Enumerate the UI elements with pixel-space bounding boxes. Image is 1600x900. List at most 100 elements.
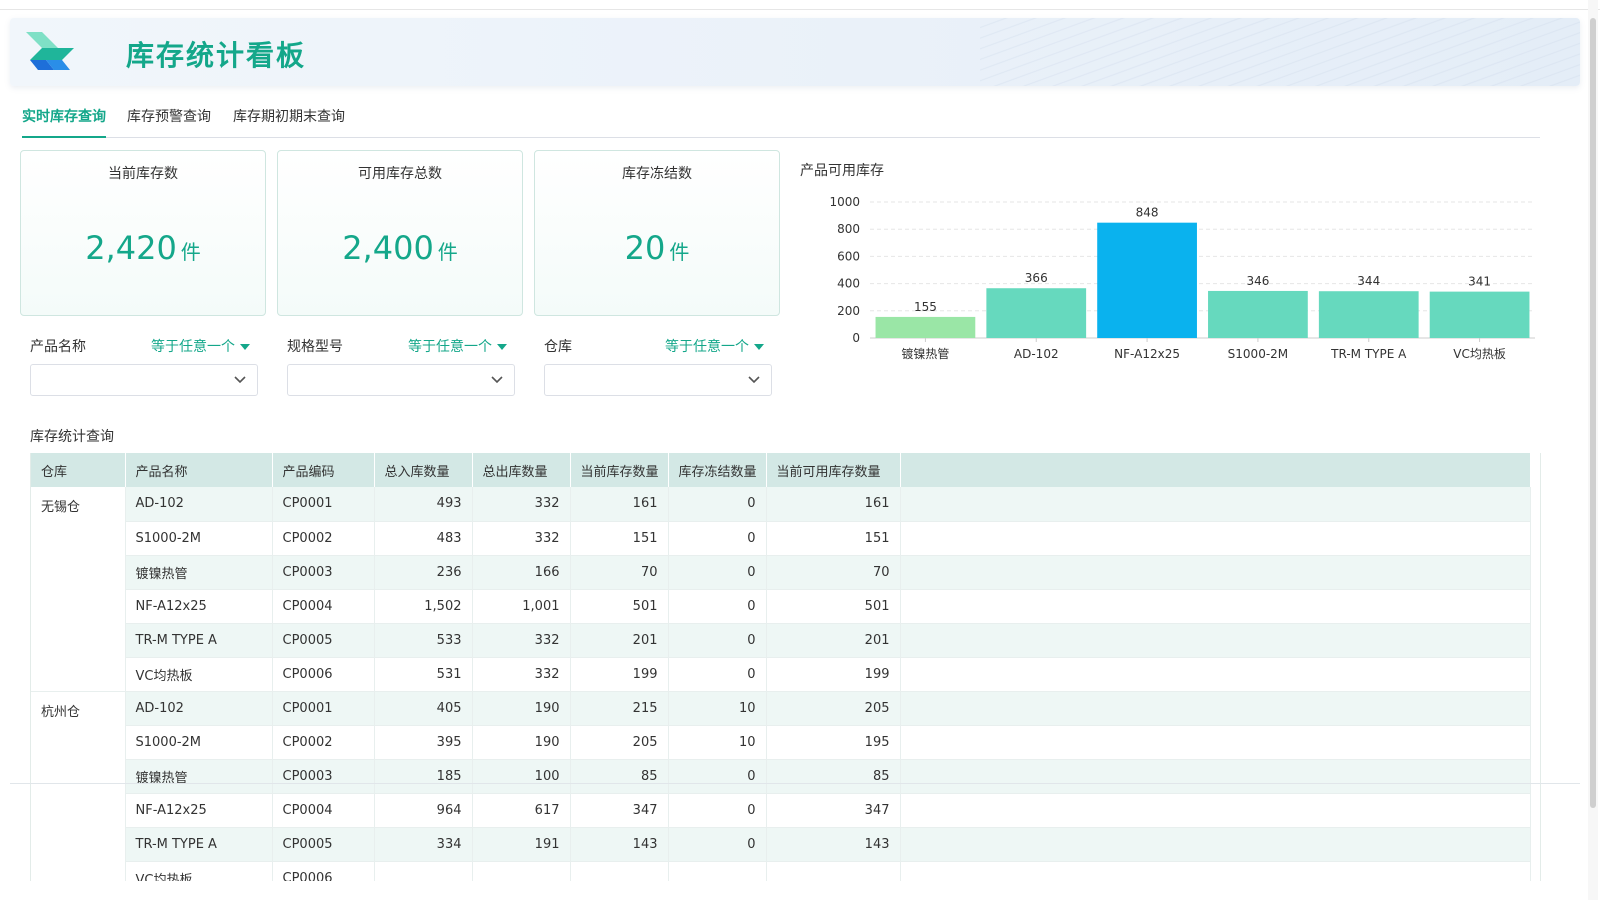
filter-operator-product-name[interactable]: 等于任意一个 — [151, 336, 250, 356]
cell-available-stock: 161 — [766, 487, 901, 522]
cell-product-code: CP0004 — [272, 793, 375, 828]
table-row[interactable]: S1000-2M CP0002 483 332 151 0 151 — [31, 521, 1531, 556]
table-row[interactable]: S1000-2M CP0002 395 190 205 10 195 — [31, 725, 1531, 760]
chevron-down-icon — [748, 376, 760, 384]
cell-product-name: AD-102 — [125, 487, 273, 522]
cell-product-code: CP0005 — [272, 623, 375, 658]
table-row[interactable]: 镀镍热管 CP0003 236 166 70 0 70 — [31, 555, 1531, 590]
bar-5 — [1429, 291, 1530, 338]
table-row[interactable]: VC均热板 CP0006 531 332 199 0 199 — [31, 657, 1531, 692]
cell-current-stock — [570, 861, 669, 881]
cell-product-code: CP0006 — [272, 657, 375, 692]
filter-operator-spec-model[interactable]: 等于任意一个 — [408, 336, 507, 356]
cell-total-out: 332 — [472, 657, 571, 692]
cell-spacer — [900, 827, 1531, 862]
table-row[interactable]: NF-A12x25 CP0004 1,502 1,001 501 0 501 — [31, 589, 1531, 624]
table-row[interactable]: NF-A12x25 CP0004 964 617 347 0 347 — [31, 793, 1531, 828]
table-row[interactable]: 镀镍热管 CP0003 185 100 85 0 85 — [31, 759, 1531, 794]
cell-frozen-stock: 0 — [668, 793, 767, 828]
tab-realtime-inventory[interactable]: 实时库存查询 — [22, 106, 106, 138]
cell-available-stock: 501 — [766, 589, 901, 624]
cell-frozen-stock: 0 — [668, 589, 767, 624]
chevron-down-icon — [234, 376, 246, 384]
filter-operator-warehouse[interactable]: 等于任意一个 — [665, 336, 764, 356]
cell-product-code: CP0003 — [272, 759, 375, 794]
cell-product-code: CP0001 — [272, 691, 375, 726]
cell-current-stock: 70 — [570, 555, 669, 590]
column-header-available-stock[interactable]: 当前可用库存数量 — [766, 453, 901, 487]
cell-product-code: CP0003 — [272, 555, 375, 590]
table-row[interactable]: 杭州仓 AD-102 CP0001 405 190 215 10 205 — [31, 691, 1531, 881]
warehouse-select[interactable] — [544, 364, 772, 396]
cell-current-stock: 501 — [570, 589, 669, 624]
cell-spacer — [900, 861, 1531, 881]
cell-current-stock: 151 — [570, 521, 669, 556]
cell-product-code: CP0001 — [272, 487, 375, 522]
bar-value-label: 341 — [1468, 275, 1491, 289]
cell-product-name: 镀镍热管 — [125, 555, 273, 590]
top-border — [0, 0, 1600, 10]
cell-product-code: CP0005 — [272, 827, 375, 862]
cell-total-in: 531 — [374, 657, 473, 692]
column-header-product-code[interactable]: 产品编码 — [272, 453, 375, 487]
header-decoration — [980, 18, 1580, 86]
x-tick-label: TR-M TYPE A — [1330, 347, 1407, 361]
cell-frozen-stock: 0 — [668, 487, 767, 522]
y-tick-label: 1000 — [829, 195, 860, 209]
cell-current-stock: 199 — [570, 657, 669, 692]
card-current-stock: 当前库存数 2,420 件 — [20, 150, 266, 316]
column-header-current-stock[interactable]: 当前库存数量 — [570, 453, 669, 487]
cell-total-in — [374, 861, 473, 881]
card-title: 可用库存总数 — [358, 166, 442, 182]
cell-current-stock: 215 — [570, 691, 669, 726]
cell-product-name: NF-A12x25 — [125, 793, 273, 828]
column-header-total-in[interactable]: 总入库数量 — [374, 453, 473, 487]
card-unit: 件 — [437, 240, 458, 264]
column-header-product-name[interactable]: 产品名称 — [125, 453, 273, 487]
cell-total-out: 100 — [472, 759, 571, 794]
cell-available-stock: 85 — [766, 759, 901, 794]
column-header-total-out[interactable]: 总出库数量 — [472, 453, 571, 487]
bar-2 — [1097, 222, 1197, 338]
product-name-select[interactable] — [30, 364, 258, 396]
cell-total-out: 332 — [472, 623, 571, 658]
cell-current-stock: 205 — [570, 725, 669, 760]
bar-value-label: 344 — [1357, 274, 1380, 288]
filter-operator-label: 等于任意一个 — [665, 339, 749, 355]
cell-product-code: CP0004 — [272, 589, 375, 624]
cell-product-name: NF-A12x25 — [125, 589, 273, 624]
column-header-warehouse[interactable]: 仓库 — [31, 453, 126, 487]
tab-period-inventory[interactable]: 库存期初期末查询 — [233, 106, 345, 138]
cell-total-in: 1,502 — [374, 589, 473, 624]
bar-1 — [986, 288, 1087, 338]
card-unit: 件 — [180, 240, 201, 264]
inventory-table: 仓库 产品名称 产品编码 总入库数量 总出库数量 当前库存数量 库存冻结数量 当… — [31, 453, 1531, 881]
table-row[interactable]: 无锡仓 AD-102 CP0001 493 332 161 0 161 — [31, 487, 1531, 692]
cell-available-stock: 205 — [766, 691, 901, 726]
cell-frozen-stock: 0 — [668, 759, 767, 794]
inventory-table-container: 仓库 产品名称 产品编码 总入库数量 总出库数量 当前库存数量 库存冻结数量 当… — [30, 453, 1541, 881]
spec-model-select[interactable] — [287, 364, 515, 396]
cell-available-stock: 151 — [766, 521, 901, 556]
tab-bar: 实时库存查询 库存预警查询 库存期初期末查询 — [22, 106, 1540, 138]
table-row[interactable]: TR-M TYPE A CP0005 533 332 201 0 201 — [31, 623, 1531, 658]
scrollbar-thumb[interactable] — [1590, 18, 1596, 808]
bar-value-label: 346 — [1246, 274, 1269, 288]
table-row[interactable]: TR-M TYPE A CP0005 334 191 143 0 143 — [31, 827, 1531, 862]
column-header-frozen-stock[interactable]: 库存冻结数量 — [668, 453, 767, 487]
table-row[interactable]: VC均热板 CP0006 — [31, 861, 1531, 881]
cell-product-name: S1000-2M — [125, 521, 273, 556]
tab-inventory-warning[interactable]: 库存预警查询 — [127, 106, 211, 138]
x-tick-label: NF-A12x25 — [1114, 347, 1180, 361]
cell-total-out: 166 — [472, 555, 571, 590]
cell-total-out: 332 — [472, 487, 571, 522]
cell-product-code: CP0002 — [272, 521, 375, 556]
cell-current-stock: 161 — [570, 487, 669, 522]
y-tick-label: 800 — [837, 222, 860, 236]
cell-total-in: 334 — [374, 827, 473, 862]
cell-product-code: CP0002 — [272, 725, 375, 760]
cell-product-name: VC均热板 — [125, 657, 273, 692]
filter-label-spec-model: 规格型号 — [287, 339, 343, 355]
page-scrollbar[interactable] — [1588, 0, 1598, 900]
x-tick-label: S1000-2M — [1228, 347, 1288, 361]
